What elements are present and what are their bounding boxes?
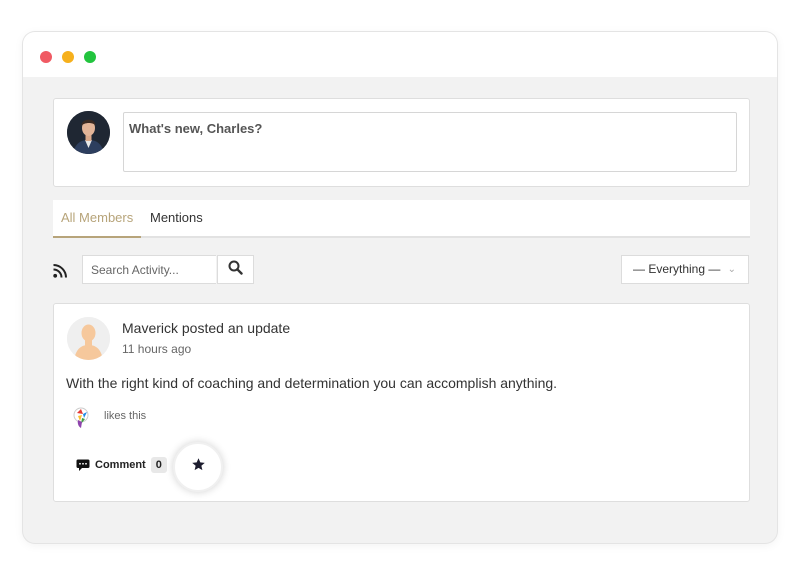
compose-placeholder: What's new, Charles? <box>129 121 263 136</box>
activity-item: Maverick posted an update 11 hours ago W… <box>53 303 750 502</box>
liker-avatar-icon[interactable] <box>70 406 92 430</box>
comment-count-badge: 0 <box>150 457 167 473</box>
tab-mentions[interactable]: Mentions <box>142 200 211 236</box>
comment-label: Comment <box>95 459 146 471</box>
title-bar <box>23 32 777 77</box>
maverick-avatar[interactable] <box>67 317 110 360</box>
star-icon <box>191 457 206 477</box>
activity-title: Maverick posted an update <box>122 320 291 336</box>
activity-filter-select[interactable]: — Everything — ⌄ <box>621 255 749 284</box>
activity-content: With the right kind of coaching and dete… <box>66 375 558 391</box>
maximize-window-button[interactable] <box>84 51 96 63</box>
search-activity-input[interactable]: Search Activity... <box>82 255 216 284</box>
user-avatar[interactable] <box>67 111 110 154</box>
minimize-window-button[interactable] <box>62 51 74 63</box>
tab-all-members[interactable]: All Members <box>53 200 142 238</box>
search-button[interactable] <box>217 255 254 284</box>
activity-timestamp[interactable]: 11 hours ago <box>122 342 191 356</box>
activity-tabs: All Members Mentions <box>53 200 750 238</box>
post-composer: What's new, Charles? <box>53 98 750 187</box>
comment-icon <box>76 458 90 472</box>
favorite-button[interactable] <box>173 442 223 492</box>
close-window-button[interactable] <box>40 51 52 63</box>
whats-new-textarea[interactable]: What's new, Charles? <box>123 112 737 172</box>
filter-label: — Everything — <box>633 262 721 276</box>
rss-icon[interactable] <box>53 264 67 278</box>
likes-text: likes this <box>104 410 147 422</box>
comment-button[interactable]: Comment 0 <box>76 455 167 475</box>
app-window: What's new, Charles? All Members Mention… <box>23 32 777 543</box>
chevron-down-icon: ⌄ <box>727 264 736 275</box>
search-icon <box>228 260 243 280</box>
